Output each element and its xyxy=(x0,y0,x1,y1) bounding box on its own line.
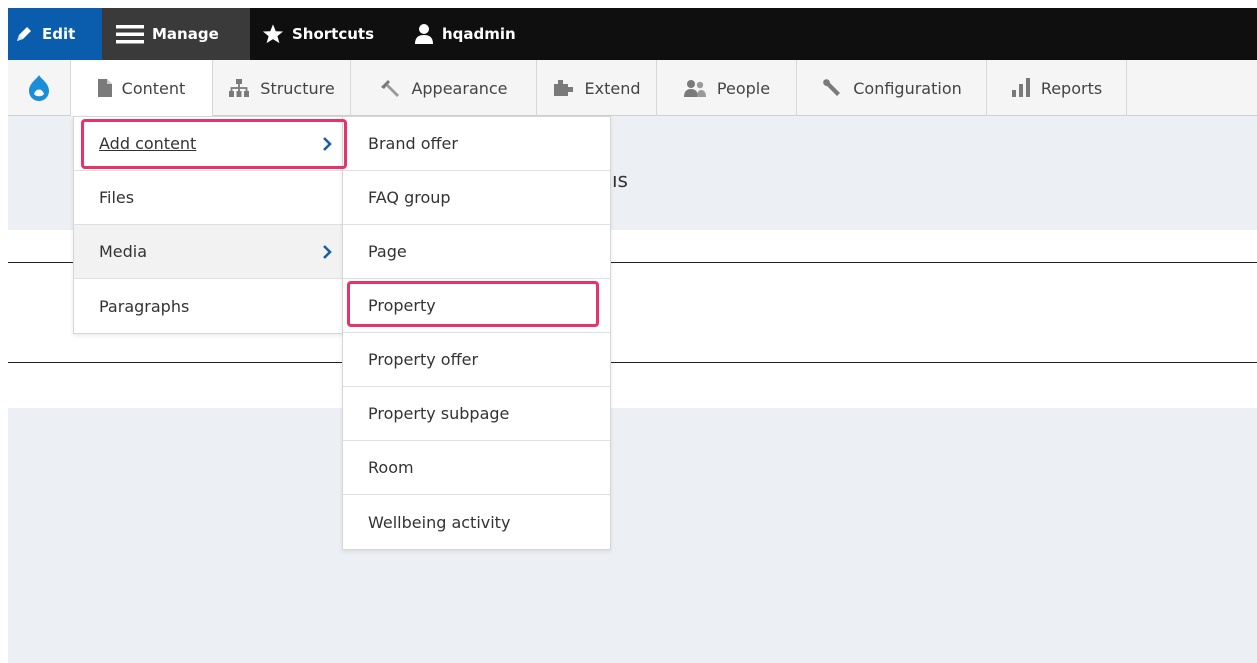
tab-people[interactable]: People xyxy=(657,60,797,116)
wrench-icon xyxy=(821,78,843,98)
sitemap-icon xyxy=(228,79,250,97)
menu-item-label: Add content xyxy=(99,134,197,153)
submenu-item-label: Page xyxy=(368,242,407,261)
shortcuts-button[interactable]: Shortcuts xyxy=(250,8,396,60)
user-button[interactable]: hqadmin xyxy=(396,8,546,60)
bar-chart-icon xyxy=(1011,78,1031,98)
submenu-item-label: Brand offer xyxy=(368,134,458,153)
user-label: hqadmin xyxy=(442,25,516,43)
submenu-item-label: Wellbeing activity xyxy=(368,512,511,532)
user-icon xyxy=(414,23,434,45)
menu-item-label: Paragraphs xyxy=(99,296,190,316)
submenu-item-faq-group[interactable]: FAQ group xyxy=(343,171,610,225)
submenu-item-label: Room xyxy=(368,458,414,477)
page-title: ıs xyxy=(612,168,628,192)
tab-people-label: People xyxy=(716,78,771,98)
menu-item-label: Files xyxy=(99,188,135,207)
people-icon xyxy=(683,79,707,97)
tab-structure[interactable]: Structure xyxy=(213,60,351,116)
tab-reports-label: Reports xyxy=(1040,78,1103,98)
admin-tray: Content Structure Appearance Extend Peop… xyxy=(8,60,1257,116)
drupal-logo-icon[interactable] xyxy=(8,60,71,116)
manage-label: Manage xyxy=(152,25,219,43)
edit-button[interactable]: Edit xyxy=(8,8,102,60)
submenu-item-label: Property xyxy=(368,296,436,315)
admin-toolbar: Edit Manage Shortcuts hqadmin xyxy=(8,8,1257,60)
tab-structure-label: Structure xyxy=(260,78,335,98)
tab-extend-label: Extend xyxy=(584,78,641,98)
manage-button[interactable]: Manage xyxy=(102,8,250,60)
menu-item-label: Media xyxy=(99,242,148,261)
tab-appearance-label: Appearance xyxy=(411,78,508,98)
menu-item-paragraphs[interactable]: Paragraphs xyxy=(74,279,342,333)
content-menu: Add content Files Media Paragraphs xyxy=(73,116,343,334)
page-content-region xyxy=(8,408,1257,663)
brush-icon xyxy=(379,79,401,97)
add-content-submenu: Brand offer FAQ group Page Property Prop… xyxy=(342,116,611,550)
submenu-item-brand-offer[interactable]: Brand offer xyxy=(343,117,610,171)
menu-item-add-content[interactable]: Add content xyxy=(74,117,342,171)
submenu-item-property-offer[interactable]: Property offer xyxy=(343,333,610,387)
app-window: Edit Manage Shortcuts hqadmin Content St… xyxy=(8,8,1257,663)
menu-item-media[interactable]: Media xyxy=(74,225,342,279)
menu-item-files[interactable]: Files xyxy=(74,171,342,225)
submenu-item-page[interactable]: Page xyxy=(343,225,610,279)
submenu-item-label: FAQ group xyxy=(368,188,451,207)
tab-configuration-label: Configuration xyxy=(853,78,962,98)
puzzle-icon xyxy=(553,79,575,97)
tab-appearance[interactable]: Appearance xyxy=(351,60,537,116)
chevron-right-icon xyxy=(322,244,332,259)
tab-reports[interactable]: Reports xyxy=(987,60,1127,116)
submenu-item-label: Property offer xyxy=(368,350,479,369)
page-icon xyxy=(97,79,112,97)
star-icon xyxy=(262,23,284,45)
submenu-item-property[interactable]: Property xyxy=(343,279,610,333)
shortcuts-label: Shortcuts xyxy=(292,25,375,43)
submenu-item-property-subpage[interactable]: Property subpage xyxy=(343,387,610,441)
tab-content-label: Content xyxy=(121,78,186,98)
tab-extend[interactable]: Extend xyxy=(537,60,657,116)
submenu-item-room[interactable]: Room xyxy=(343,441,610,495)
hamburger-icon xyxy=(116,23,144,45)
submenu-item-label: Property subpage xyxy=(368,404,510,423)
chevron-right-icon xyxy=(322,136,332,151)
tab-content[interactable]: Content xyxy=(71,60,213,116)
tab-configuration[interactable]: Configuration xyxy=(797,60,987,116)
pencil-icon xyxy=(14,24,34,44)
edit-label: Edit xyxy=(42,25,76,43)
page-row xyxy=(8,364,1257,408)
submenu-item-wellbeing-activity[interactable]: Wellbeing activity xyxy=(343,495,610,549)
